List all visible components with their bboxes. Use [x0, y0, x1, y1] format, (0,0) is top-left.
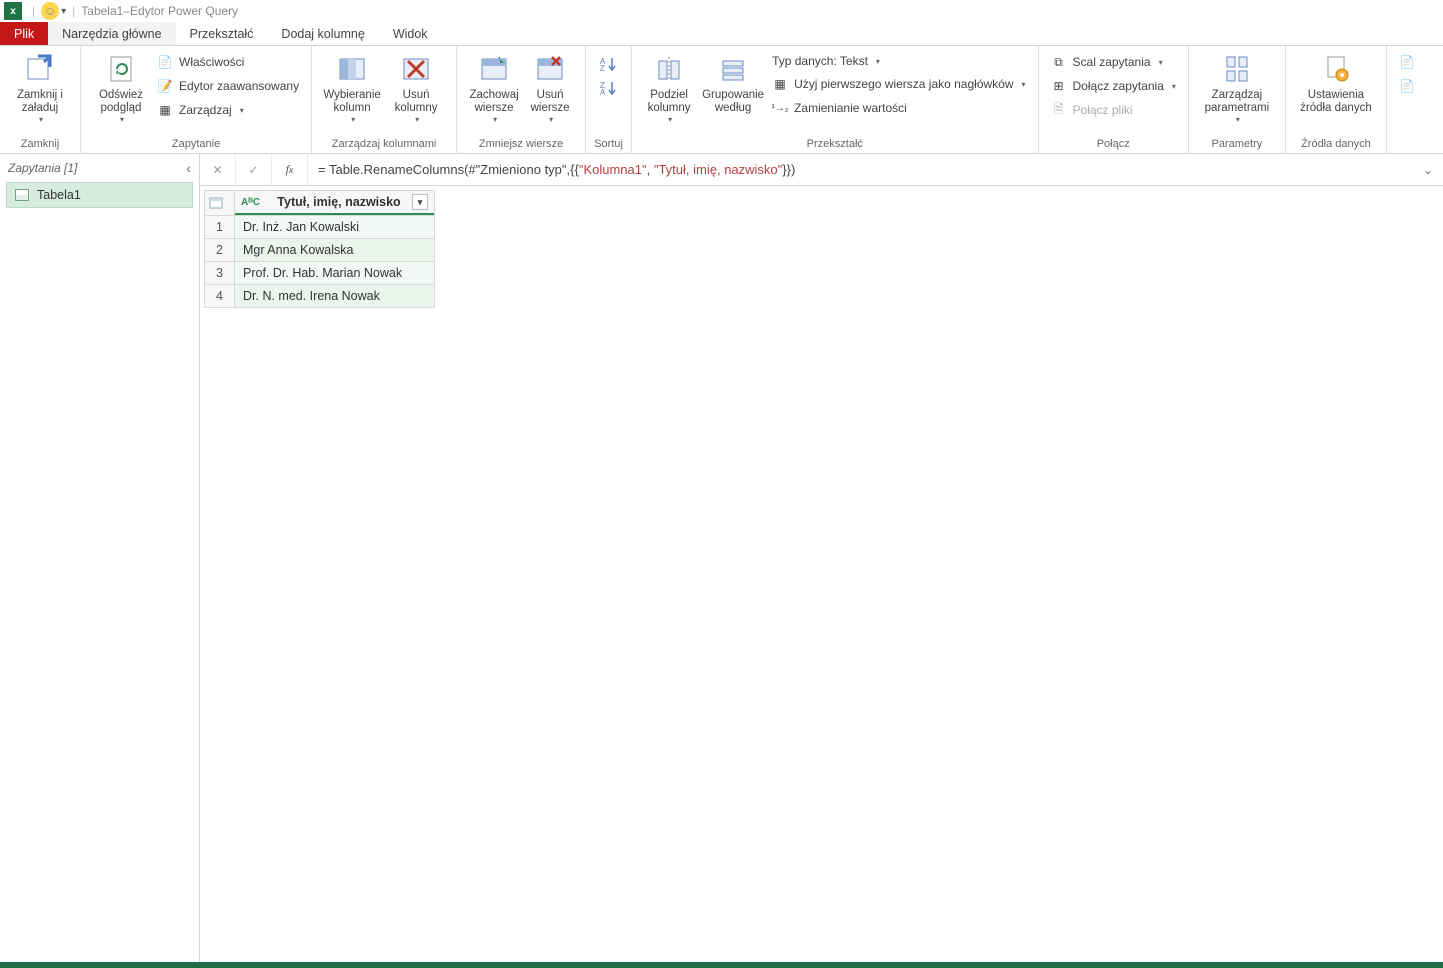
group-parameters: Zarządzajparametrami▾ Parametry — [1189, 46, 1286, 153]
new-source-button[interactable]: 📄 — [1395, 52, 1419, 72]
advanced-editor-button[interactable]: 📝 Edytor zaawansowany — [153, 76, 303, 96]
split-column-button[interactable]: Podzielkolumny▾ — [640, 50, 698, 124]
manage-icon: ▦ — [157, 102, 173, 118]
window-title: Tabela1–Edytor Power Query — [81, 4, 238, 18]
ribbon: Zamknij izaładuj▾ Zamknij Odświeżpodgląd… — [0, 46, 1443, 154]
content: Zapytania [1] ‹ Tabela1 ✕ ✓ fx = Table.R… — [0, 154, 1443, 962]
data-source-settings-button[interactable]: Ustawieniaźródła danych — [1294, 50, 1378, 115]
keep-rows-icon — [477, 52, 511, 86]
group-transform: Podzielkolumny▾ Grupowaniewedług Typ dan… — [632, 46, 1038, 153]
manage-button[interactable]: ▦ Zarządzaj▾ — [153, 100, 303, 120]
tab-add-column[interactable]: Dodaj kolumnę — [267, 22, 378, 45]
remove-columns-icon — [399, 52, 433, 86]
replace-icon: ¹→₂ — [772, 100, 788, 116]
svg-text:A: A — [600, 88, 606, 96]
refresh-icon — [104, 52, 138, 86]
group-close: Zamknij izaładuj▾ Zamknij — [0, 46, 81, 153]
close-load-button[interactable]: Zamknij izaładuj▾ — [8, 50, 72, 124]
table-icon — [15, 189, 29, 201]
group-reduce-rows: Zachowajwiersze▾ Usuńwiersze▾ Zmniejsz w… — [457, 46, 586, 153]
choose-columns-button[interactable]: Wybieraniekolumn▾ — [320, 50, 384, 124]
combine-files-button[interactable]: 🗎 Połącz pliki — [1047, 100, 1180, 120]
append-icon: ⊞ — [1051, 78, 1067, 94]
tab-view[interactable]: Widok — [379, 22, 442, 45]
replace-values-button[interactable]: ¹→₂ Zamienianie wartości — [768, 98, 1029, 118]
text-type-icon: AᴮC — [241, 197, 260, 208]
properties-icon: 📄 — [157, 54, 173, 70]
table-row[interactable]: 2Mgr Anna Kowalska — [205, 239, 435, 262]
merge-icon: ⧉ — [1051, 54, 1067, 70]
main-area: ✕ ✓ fx = Table.RenameColumns(#"Zmieniono… — [200, 154, 1443, 962]
query-item-tabela1[interactable]: Tabela1 — [6, 182, 193, 208]
first-row-headers-button[interactable]: ▦ Użyj pierwszego wiersza jako nagłówków… — [768, 74, 1029, 94]
data-source-icon — [1319, 52, 1353, 86]
ribbon-tabs: Plik Narzędzia główne Przekształć Dodaj … — [0, 22, 1443, 46]
svg-text:Z: Z — [600, 64, 605, 72]
combine-files-icon: 🗎 — [1051, 102, 1067, 118]
group-sort: AZ ZA Sortuj — [586, 46, 632, 153]
formula-bar: ✕ ✓ fx = Table.RenameColumns(#"Zmieniono… — [200, 154, 1443, 186]
qat-dropdown-icon[interactable]: ▾ — [61, 6, 66, 17]
select-all-corner[interactable] — [205, 191, 235, 216]
queries-pane: Zapytania [1] ‹ Tabela1 — [0, 154, 200, 962]
editor-icon: 📝 — [157, 78, 173, 94]
sort-asc-button[interactable]: AZ — [600, 56, 618, 72]
cancel-formula-button[interactable]: ✕ — [200, 154, 236, 185]
table-row[interactable]: 4Dr. N. med. Irena Nowak — [205, 285, 435, 308]
tab-file[interactable]: Plik — [0, 22, 48, 45]
close-load-icon — [23, 52, 57, 86]
column-filter-dropdown[interactable]: ▾ — [412, 194, 428, 210]
group-icon — [716, 52, 750, 86]
keep-rows-button[interactable]: Zachowajwiersze▾ — [465, 50, 523, 124]
split-icon — [652, 52, 686, 86]
data-type-button[interactable]: Typ danych: Tekst▾ — [768, 52, 1029, 70]
remove-columns-button[interactable]: Usuńkolumny▾ — [384, 50, 448, 124]
group-new-query: 📄 📄 — [1387, 46, 1427, 153]
titlebar: x | ☺ ▾ | Tabela1–Edytor Power Query — [0, 0, 1443, 22]
fx-icon[interactable]: fx — [272, 154, 308, 185]
smiley-icon[interactable]: ☺ — [41, 2, 59, 20]
recent-sources-button[interactable]: 📄 — [1395, 76, 1419, 96]
accept-formula-button[interactable]: ✓ — [236, 154, 272, 185]
parameters-icon — [1220, 52, 1254, 86]
data-grid: AᴮC Tytuł, imię, nazwisko ▾ 1Dr. Inż. Ja… — [204, 190, 435, 308]
group-manage-columns: Wybieraniekolumn▾ Usuńkolumny▾ Zarządzaj… — [312, 46, 457, 153]
formula-input[interactable]: = Table.RenameColumns(#"Zmieniono typ",{… — [308, 162, 1413, 177]
tab-transform[interactable]: Przekształć — [176, 22, 268, 45]
manage-parameters-button[interactable]: Zarządzajparametrami▾ — [1197, 50, 1277, 124]
table-row[interactable]: 3Prof. Dr. Hab. Marian Nowak — [205, 262, 435, 285]
tab-home[interactable]: Narzędzia główne — [48, 22, 175, 45]
status-bar — [0, 962, 1443, 968]
refresh-preview-button[interactable]: Odświeżpodgląd▾ — [89, 50, 153, 124]
sort-desc-button[interactable]: ZA — [600, 80, 618, 96]
group-combine: ⧉ Scal zapytania▾ ⊞ Dołącz zapytania▾ 🗎 … — [1039, 46, 1189, 153]
remove-rows-button[interactable]: Usuńwiersze▾ — [523, 50, 577, 124]
collapse-pane-icon[interactable]: ‹ — [186, 160, 191, 176]
merge-queries-button[interactable]: ⧉ Scal zapytania▾ — [1047, 52, 1180, 72]
remove-rows-icon — [533, 52, 567, 86]
group-data-sources: Ustawieniaźródła danych Źródła danych — [1286, 46, 1387, 153]
group-query: Odświeżpodgląd▾ 📄 Właściwości 📝 Edytor z… — [81, 46, 312, 153]
append-queries-button[interactable]: ⊞ Dołącz zapytania▾ — [1047, 76, 1180, 96]
expand-formula-icon[interactable]: ⌄ — [1413, 163, 1443, 177]
headers-icon: ▦ — [772, 76, 788, 92]
group-by-button[interactable]: Grupowaniewedług — [698, 50, 768, 115]
choose-columns-icon — [335, 52, 369, 86]
table-row[interactable]: 1Dr. Inż. Jan Kowalski — [205, 216, 435, 239]
column-header[interactable]: AᴮC Tytuł, imię, nazwisko ▾ — [235, 191, 435, 216]
excel-icon: x — [4, 2, 22, 20]
queries-header: Zapytania [1] — [8, 161, 77, 175]
properties-button[interactable]: 📄 Właściwości — [153, 52, 303, 72]
